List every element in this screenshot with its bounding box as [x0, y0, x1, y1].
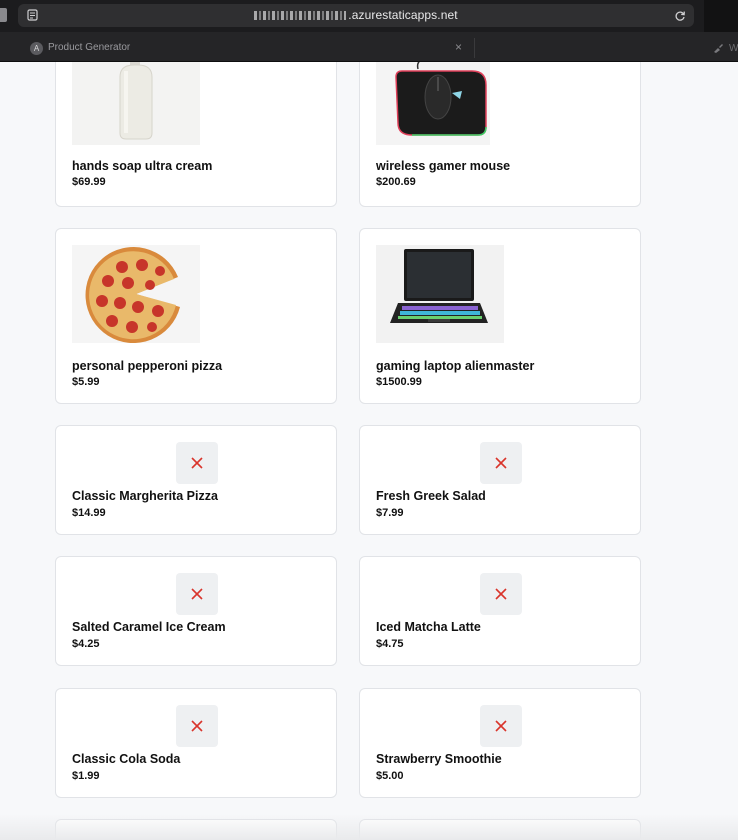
- tab-divider: [474, 38, 475, 58]
- broken-image-icon: [495, 457, 507, 469]
- url-text[interactable]: .azurestaticapps.net: [18, 8, 694, 22]
- tab-title: Product Generator: [48, 42, 131, 53]
- product-price: $1.99: [72, 770, 100, 782]
- product-price: $4.25: [72, 638, 100, 650]
- product-name: Strawberry Smoothie: [376, 752, 502, 766]
- product-image-placeholder: [176, 573, 218, 615]
- window-control[interactable]: [0, 8, 7, 22]
- product-list-page: hands soap ultra cream $69.99 wireless g…: [0, 62, 738, 840]
- tab-second-title: W: [729, 43, 738, 54]
- product-card[interactable]: wireless gamer mouse $200.69: [359, 62, 641, 207]
- product-card[interactable]: Strawberry Smoothie $5.00: [359, 688, 641, 798]
- toolbar-edge: [704, 0, 738, 32]
- product-name: Classic Margherita Pizza: [72, 489, 218, 503]
- product-name: wireless gamer mouse: [376, 159, 511, 173]
- redacted-subdomain: [254, 11, 347, 20]
- pepperoni-pizza-image: [85, 247, 180, 343]
- product-price: $4.75: [376, 638, 404, 650]
- close-tab-icon[interactable]: ×: [455, 41, 462, 53]
- gaming-laptop-image: [390, 249, 488, 323]
- url-domain: .azurestaticapps.net: [348, 8, 458, 22]
- product-image: [72, 245, 200, 343]
- product-card[interactable]: gaming laptop alienmaster $1500.99: [359, 228, 641, 404]
- product-price: $1500.99: [376, 376, 422, 388]
- product-image-placeholder: [480, 573, 522, 615]
- address-bar[interactable]: .azurestaticapps.net: [18, 4, 694, 27]
- broken-image-icon: [495, 720, 507, 732]
- tab-product-generator[interactable]: A Product Generator: [18, 36, 448, 60]
- product-price: $69.99: [72, 176, 106, 188]
- lotion-bottle-image: [119, 62, 153, 140]
- product-price: $14.99: [72, 507, 106, 519]
- product-price: $7.99: [376, 507, 404, 519]
- product-name: Classic Cola Soda: [72, 752, 181, 766]
- product-name: Iced Matcha Latte: [376, 620, 481, 634]
- product-image: [376, 62, 490, 145]
- broken-image-icon: [191, 588, 203, 600]
- product-name: gaming laptop alienmaster: [376, 359, 535, 373]
- product-card[interactable]: Salted Caramel Ice Cream $4.25: [55, 556, 337, 666]
- product-name: hands soap ultra cream: [72, 159, 213, 173]
- product-name: personal pepperoni pizza: [72, 359, 223, 373]
- tab-second[interactable]: W: [712, 42, 738, 56]
- product-card[interactable]: Iced Matcha Latte $4.75: [359, 556, 641, 666]
- product-image-placeholder: [176, 442, 218, 484]
- product-card[interactable]: hands soap ultra cream $69.99: [55, 62, 337, 207]
- product-image: [376, 245, 504, 343]
- browser-chrome: .azurestaticapps.net A Product Generator…: [0, 0, 738, 62]
- product-price: $5.00: [376, 770, 404, 782]
- broken-image-icon: [191, 457, 203, 469]
- product-price: $5.99: [72, 376, 100, 388]
- product-image-placeholder: [480, 442, 522, 484]
- product-card[interactable]: Classic Margherita Pizza $14.99: [55, 425, 337, 535]
- tab-favicon: A: [30, 42, 43, 55]
- product-image: [72, 62, 200, 145]
- tab-bar: A Product Generator × W: [0, 32, 738, 62]
- bottom-fade: [0, 814, 738, 840]
- product-image-placeholder: [480, 705, 522, 747]
- product-card[interactable]: Fresh Greek Salad $7.99: [359, 425, 641, 535]
- reload-icon[interactable]: [674, 9, 686, 21]
- brush-icon: [714, 44, 723, 53]
- product-name: Salted Caramel Ice Cream: [72, 620, 226, 634]
- broken-image-icon: [495, 588, 507, 600]
- product-image-placeholder: [176, 705, 218, 747]
- product-card[interactable]: personal pepperoni pizza $5.99: [55, 228, 337, 404]
- product-name: Fresh Greek Salad: [376, 489, 486, 503]
- gaming-mouse-image: [395, 62, 487, 136]
- product-price: $200.69: [376, 176, 416, 188]
- address-row: .azurestaticapps.net: [0, 0, 738, 32]
- broken-image-icon: [191, 720, 203, 732]
- product-card[interactable]: Classic Cola Soda $1.99: [55, 688, 337, 798]
